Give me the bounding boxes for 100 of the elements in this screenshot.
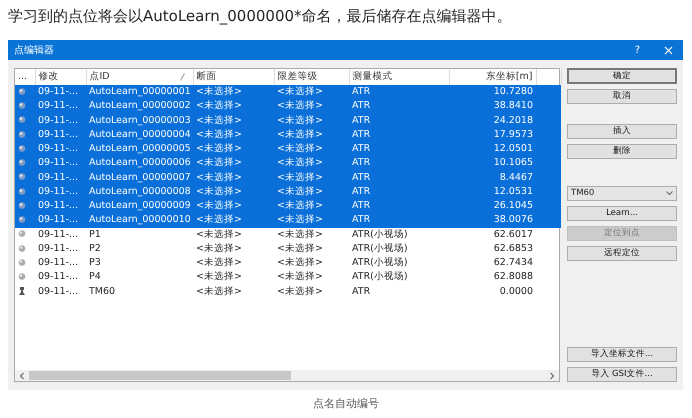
point-icon — [18, 86, 26, 96]
dialog-button[interactable]: 远程定位 — [567, 246, 677, 261]
table-cell: <未选择> — [274, 156, 349, 170]
table-cell: <未选择> — [274, 228, 349, 242]
table-row[interactable]: 09-11-... P1 <未选择> <未选择> ATR(小视场) 62.6017 — [15, 228, 561, 242]
point-icon — [18, 244, 26, 253]
table-row[interactable]: 09-11-... P4 <未选择> <未选择> ATR(小视场) 62.8088 — [15, 270, 561, 284]
horizontal-scrollbar[interactable] — [15, 370, 559, 381]
table-cell-text: P3 — [88, 256, 102, 270]
table-row[interactable]: 09-11-... AutoLearn_00000003 <未选择> <未选择> ATR 24.2018 — [15, 114, 561, 128]
table-cell: ATR — [349, 99, 449, 114]
table-cell-text: 62.7434 — [492, 256, 534, 270]
table-cell: P1 — [86, 228, 193, 242]
table-cell-text: <未选择> — [276, 242, 324, 256]
help-button[interactable]: ? — [634, 42, 640, 58]
table-cell: 09-11-... — [35, 213, 86, 228]
dialog-button[interactable]: Learn... — [567, 206, 677, 221]
table-cell-text: 09-11-... — [37, 256, 80, 270]
table-cell: 62.6017 — [449, 228, 536, 242]
dialog-button[interactable]: 插入 — [567, 124, 677, 139]
instrument-icon — [18, 286, 26, 296]
table-cell: ATR(小视场) — [349, 228, 449, 242]
table-cell-text: <未选择> — [276, 284, 324, 298]
scroll-left-icon[interactable] — [19, 372, 25, 380]
dialog-button[interactable]: 确定 — [567, 68, 677, 84]
table-row[interactable]: 09-11-... AutoLearn_00000006 <未选择> <未选择> ATR 10.1065 — [15, 156, 561, 170]
table-row[interactable]: 09-11-... AutoLearn_00000008 <未选择> <未选择> ATR 12.0531 — [15, 184, 561, 199]
intro-text: 学习到的点位将会以AutoLearn_0000000*命名，最后储存在点编辑器中。 — [7, 6, 513, 27]
sort-icon — [180, 73, 184, 81]
instrument-dropdown[interactable]: TM60 — [567, 186, 677, 201]
dialog-button[interactable]: 导入 GSI文件... — [567, 367, 677, 382]
dialog-button[interactable]: 取消 — [567, 89, 677, 104]
table-cell: AutoLearn_00000003 — [86, 114, 193, 128]
table-cell-text: 09-11-... — [37, 242, 80, 256]
point-icon — [18, 172, 26, 182]
table-cell: <未选择> — [274, 199, 349, 214]
table-cell: 09-11-... — [35, 199, 86, 214]
table-cell-text: ATR(小视场) — [351, 242, 409, 256]
table-cell: <未选择> — [193, 228, 274, 242]
dialog-button[interactable]: 导入坐标文件... — [567, 347, 677, 362]
table-cell-text: 09-11-... — [37, 270, 80, 284]
table-row[interactable]: 09-11-... AutoLearn_00000010 <未选择> <未选择> ATR 38.0076 — [15, 213, 561, 228]
point-icon — [18, 186, 26, 196]
table-row[interactable]: 09-11-... AutoLearn_00000007 <未选择> <未选择> ATR 8.4467 — [15, 170, 561, 185]
column-header[interactable]: 测量模式 — [352, 70, 392, 82]
table-cell: ATR — [349, 85, 449, 100]
column-header[interactable]: 限差等级 — [278, 70, 318, 82]
point-icon — [18, 272, 26, 282]
point-icon — [18, 258, 26, 267]
table-cell: <未选择> — [193, 114, 274, 128]
table-row[interactable]: 09-11-... AutoLearn_00000009 <未选择> <未选择> ATR 26.1045 — [15, 199, 561, 214]
close-icon[interactable] — [664, 46, 673, 54]
table-cell-text: <未选择> — [276, 270, 324, 284]
column-header[interactable]: 点ID — [90, 70, 110, 82]
table-cell-text: 09-11-... — [37, 284, 80, 298]
dialog-button[interactable]: 删除 — [567, 144, 677, 159]
table-cell: 12.0501 — [449, 142, 536, 156]
table-cell: 09-11-... — [35, 156, 86, 170]
table-cell: ATR — [349, 142, 449, 156]
table-cell: <未选择> — [193, 156, 274, 170]
table-cell-text: <未选择> — [195, 256, 243, 270]
column-header[interactable]: ... — [18, 70, 28, 82]
caption-text: 点名自动编号 — [312, 396, 380, 412]
table-cell: 09-11-... — [35, 99, 86, 114]
table-row[interactable]: 09-11-... AutoLearn_00000004 <未选择> <未选择> ATR 17.9573 — [15, 128, 561, 142]
table-cell: 09-11-... — [35, 114, 86, 128]
table-row[interactable]: 09-11-... TM60 <未选择> <未选择> ATR 0.0000 — [15, 284, 561, 299]
table-cell: 26.1045 — [449, 199, 536, 214]
table-cell: <未选择> — [274, 99, 349, 114]
table-row[interactable]: 09-11-... P2 <未选择> <未选择> ATR(小视场) 62.6853 — [15, 242, 561, 256]
table-row[interactable]: 09-11-... AutoLearn_00000005 <未选择> <未选择> ATR 12.0501 — [15, 142, 561, 156]
table-cell: 09-11-... — [35, 228, 86, 242]
table-cell: <未选择> — [193, 142, 274, 156]
table-cell: 38.8410 — [449, 99, 536, 114]
table-cell-text: <未选择> — [276, 256, 324, 270]
point-icon — [18, 229, 26, 238]
point-icon — [18, 144, 26, 153]
table-cell: <未选择> — [193, 213, 274, 228]
table-cell: <未选择> — [274, 184, 349, 199]
column-header[interactable]: 断面 — [196, 70, 216, 82]
table-cell: <未选择> — [193, 184, 274, 199]
table-cell: <未选择> — [274, 170, 349, 185]
table-cell: ATR — [349, 170, 449, 185]
column-header[interactable]: 东坐标[m] — [486, 70, 532, 82]
table-cell-text: <未选择> — [195, 242, 243, 256]
table-cell: 10.7280 — [449, 85, 536, 100]
table-row[interactable]: 09-11-... P3 <未选择> <未选择> ATR(小视场) 62.7434 — [15, 256, 561, 270]
point-icon — [18, 115, 26, 124]
table-cell: 8.4467 — [449, 170, 536, 185]
table-cell: 12.0531 — [449, 184, 536, 199]
table-cell-text: <未选择> — [195, 270, 243, 284]
table-cell-text: 62.8088 — [492, 270, 534, 284]
scroll-right-icon[interactable] — [549, 372, 555, 380]
table-row[interactable]: 09-11-... AutoLearn_00000002 <未选择> <未选择> ATR 38.8410 — [15, 99, 561, 114]
table-row[interactable]: 09-11-... AutoLearn_00000001 <未选择> <未选择> ATR 10.7280 — [15, 85, 561, 100]
table-cell-text: 0.0000 — [498, 284, 534, 298]
point-icon — [18, 130, 26, 139]
table-cell: <未选择> — [274, 114, 349, 128]
column-header[interactable]: 修改 — [38, 70, 58, 82]
table-cell: ATR — [349, 128, 449, 142]
